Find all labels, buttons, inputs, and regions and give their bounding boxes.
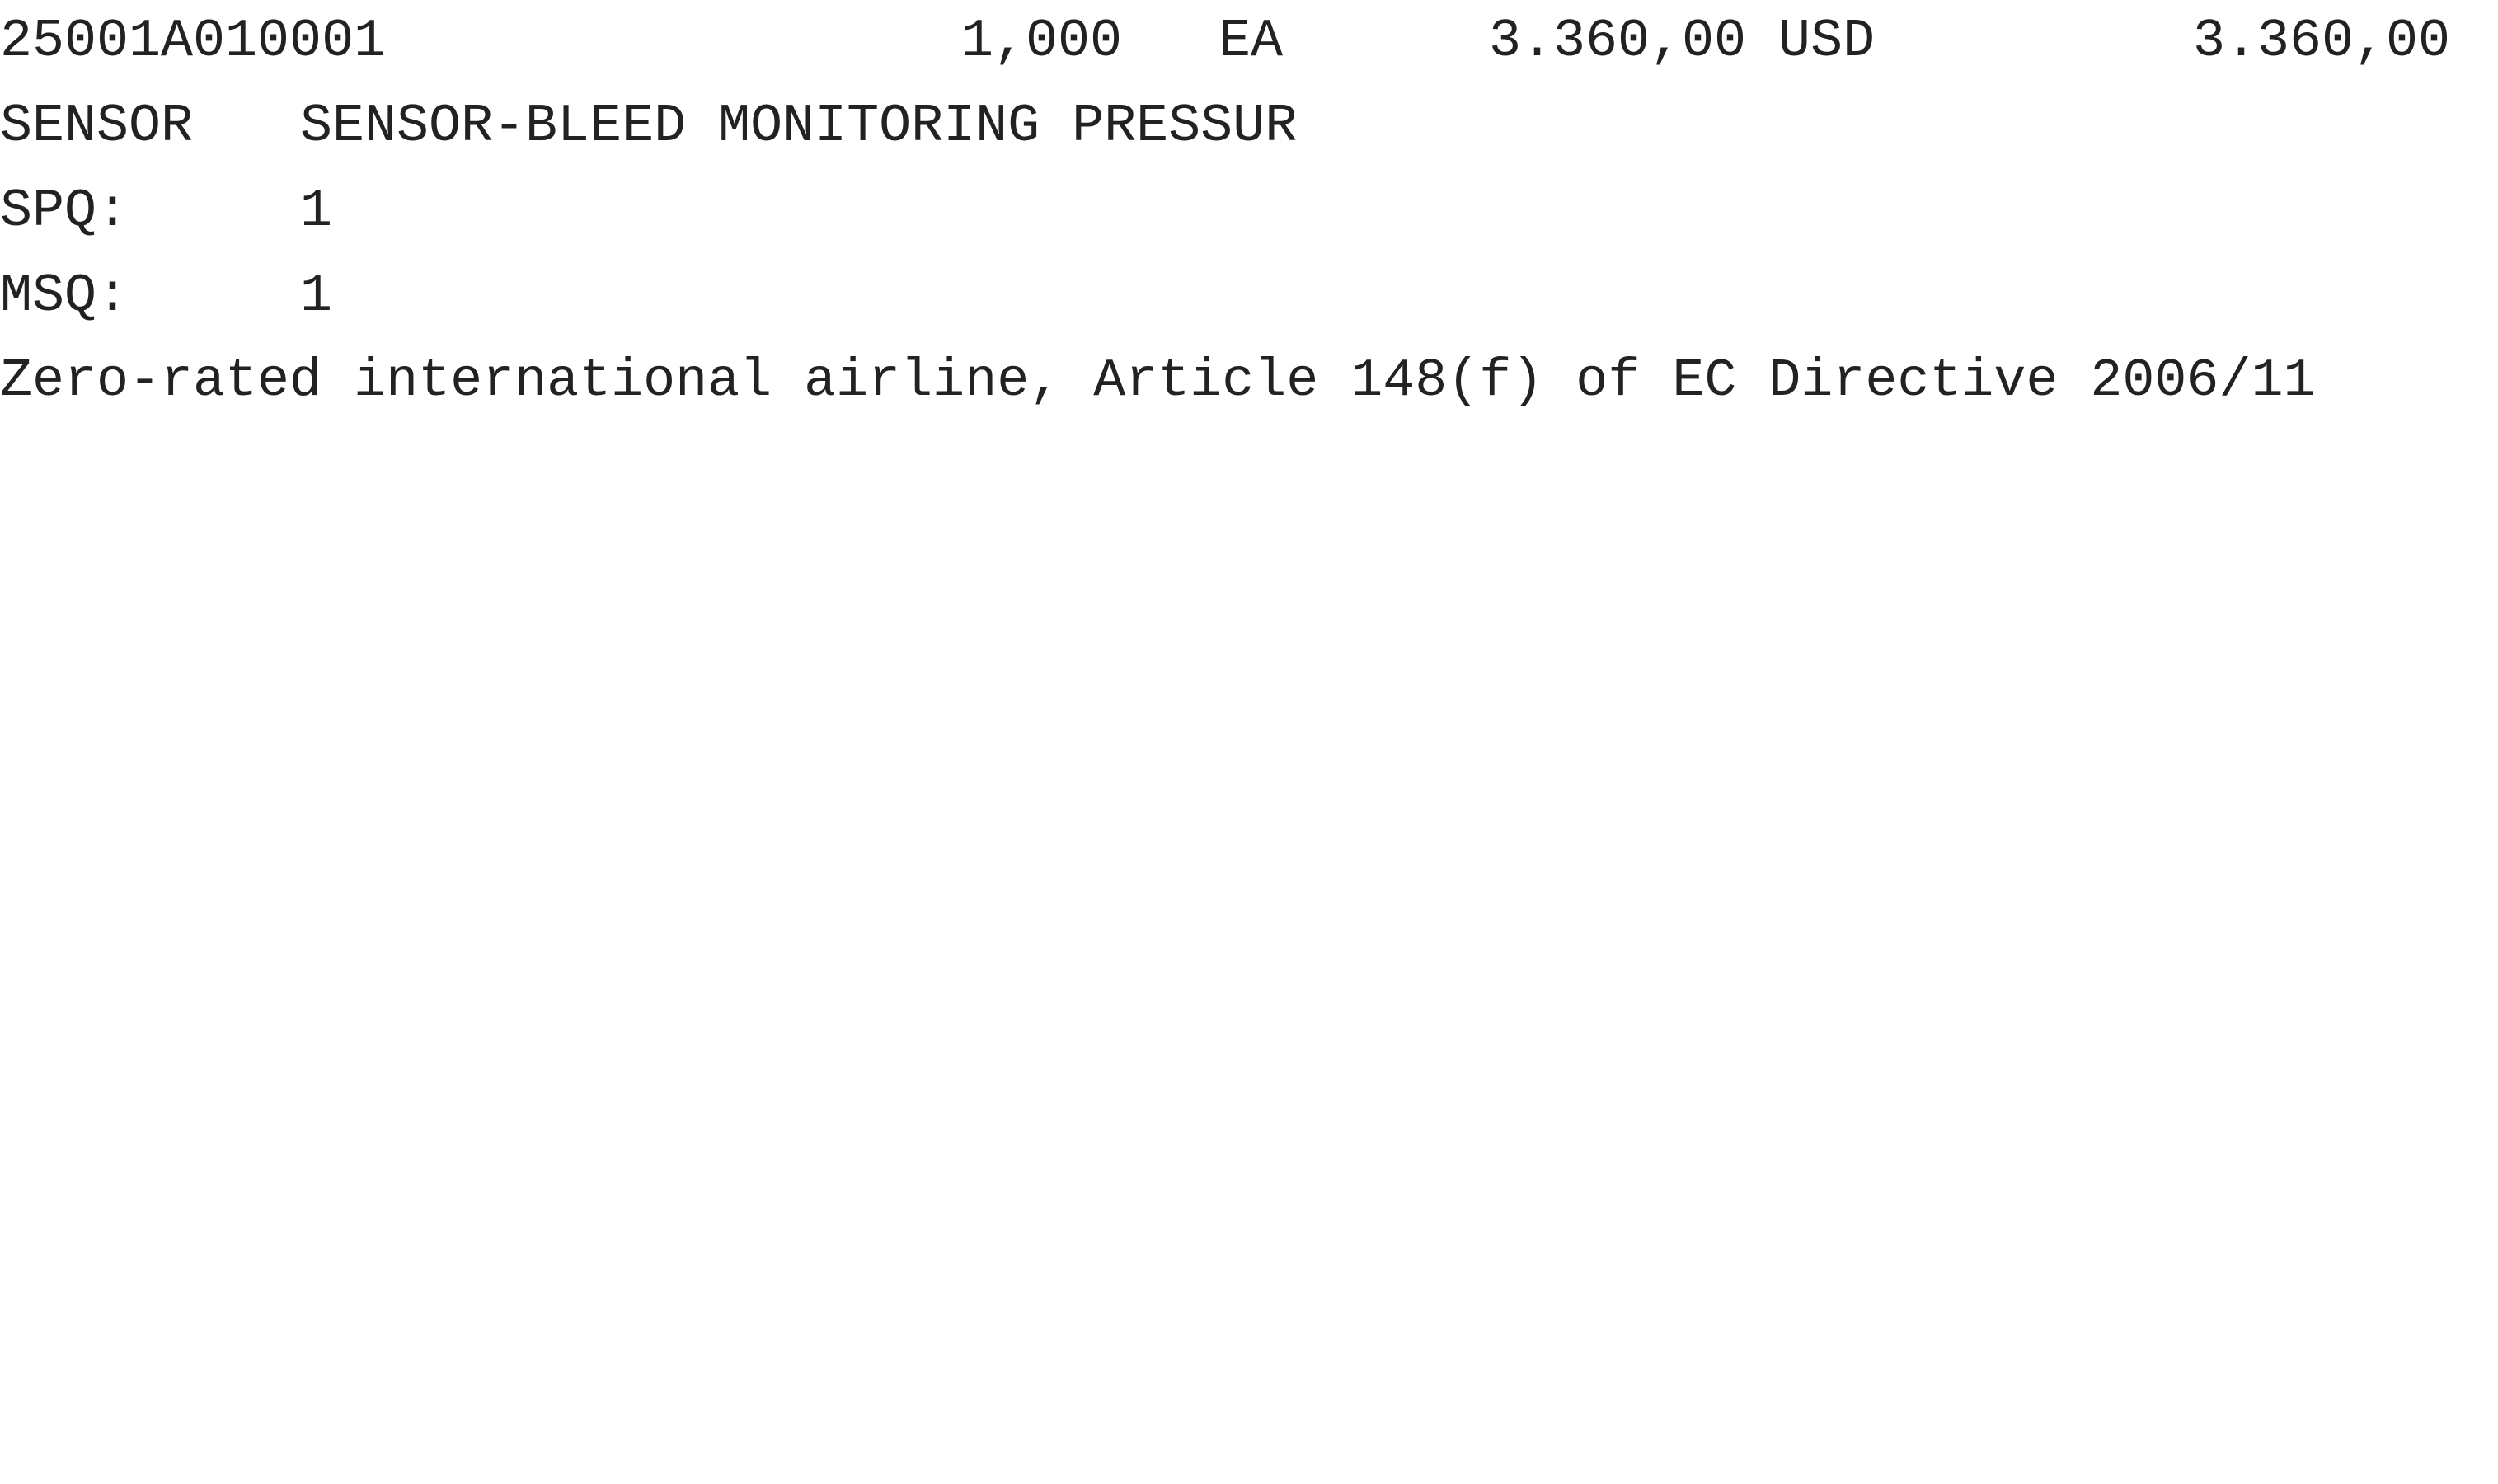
spq-row: SPQ: 1: [0, 185, 2498, 242]
quantity: 1,000: [961, 11, 1123, 72]
invoice-line-item: 25001A010001 1,000 EA 3.360,00 USD 3.360…: [0, 0, 2498, 1484]
msq-value: 1: [300, 265, 333, 326]
line-total: 3.360,00: [2193, 11, 2451, 72]
tax-note: Zero-rated international airline, Articl…: [0, 350, 2316, 411]
item-row: 25001A010001 1,000 EA 3.360,00 USD 3.360…: [0, 15, 2498, 73]
spq-value: 1: [300, 181, 333, 242]
unit-of-measure: EA: [1218, 11, 1284, 72]
part-number: 25001A010001: [0, 11, 387, 72]
msq-label: MSQ:: [0, 265, 129, 326]
description-row: SENSOR SENSOR-BLEED MONITORING PRESSUR: [0, 100, 2498, 157]
description-text: SENSOR-BLEED MONITORING PRESSUR: [300, 96, 1298, 157]
unit-price: 3.360,00 USD: [1489, 11, 1876, 72]
msq-row: MSQ: 1: [0, 270, 2498, 327]
description-label: SENSOR: [0, 96, 194, 157]
spq-label: SPQ:: [0, 181, 129, 242]
